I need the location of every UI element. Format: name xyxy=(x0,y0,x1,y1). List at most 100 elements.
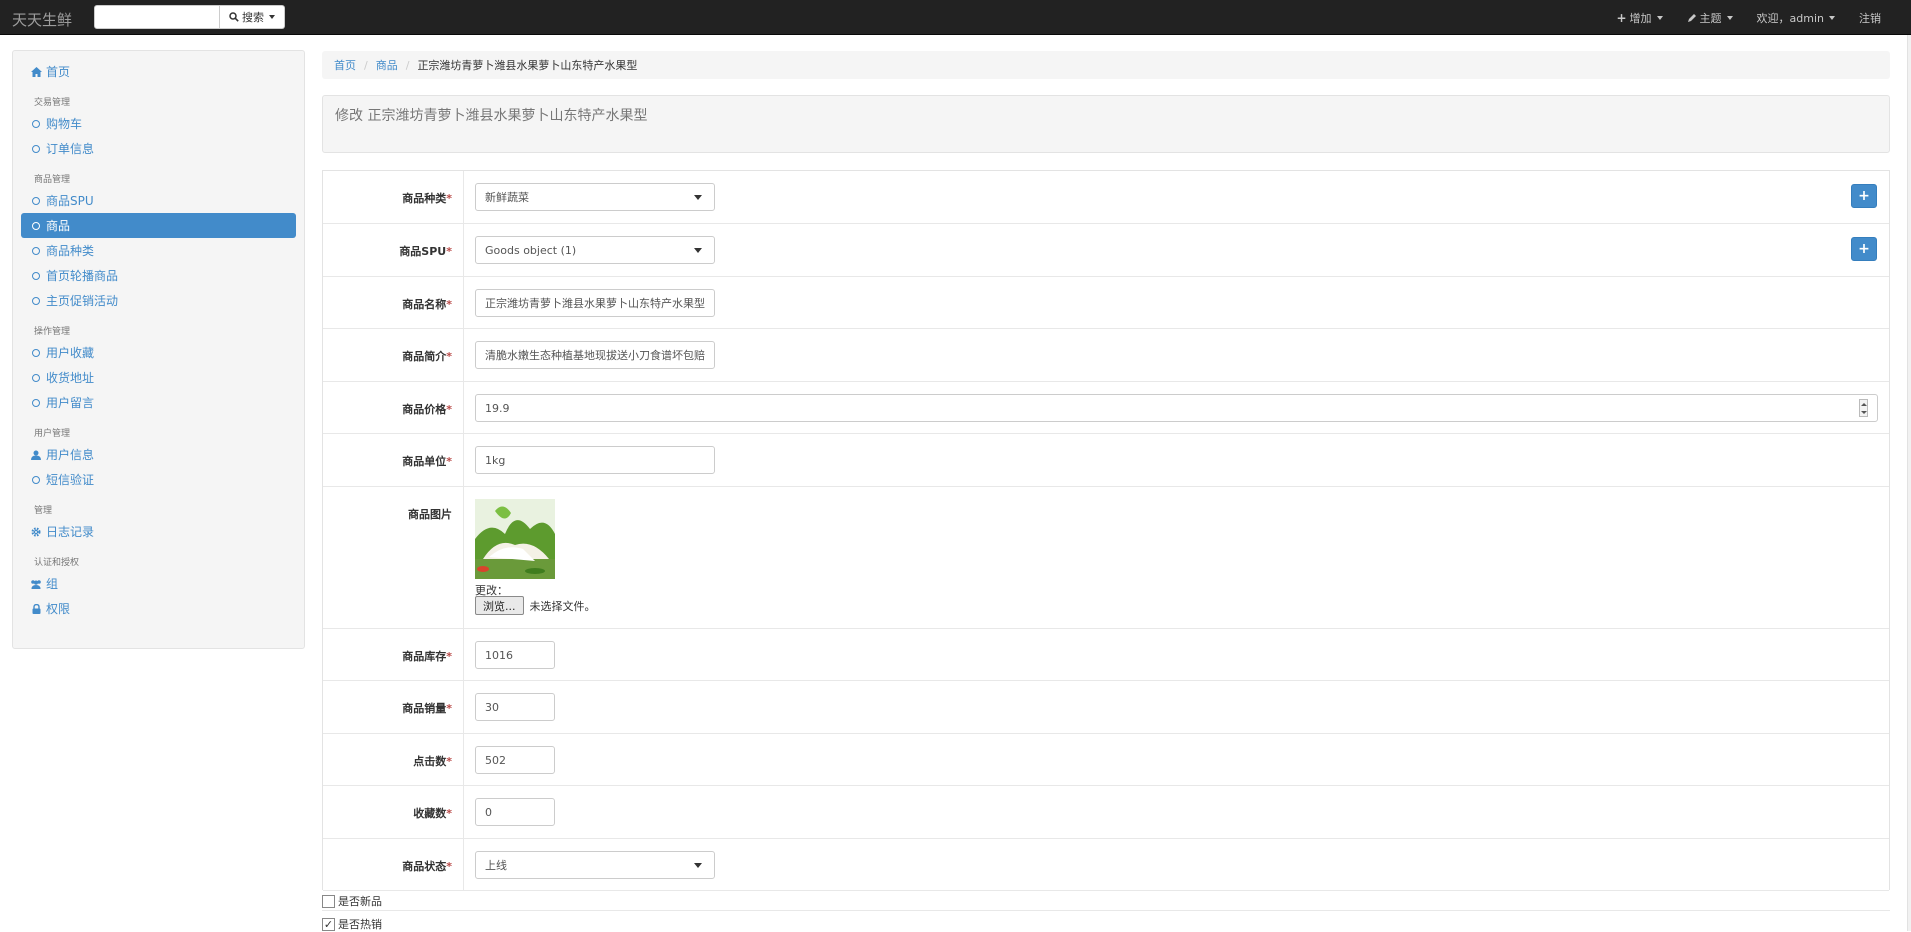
field-label: 商品库存* xyxy=(402,650,452,663)
sidebar-item-home[interactable]: 首页 xyxy=(21,59,296,84)
user-icon xyxy=(30,450,42,460)
name-input[interactable]: 正宗潍坊青萝卜潍县水果萝卜山东特产水果型 xyxy=(475,289,715,317)
is-new-label: 是否新品 xyxy=(338,895,382,908)
file-status: 未选择文件。 xyxy=(529,599,596,613)
label-cell: 商品种类* xyxy=(323,171,464,223)
field-label: 商品销量* xyxy=(402,702,452,715)
search-input[interactable] xyxy=(94,5,220,29)
form-row-image: 商品图片 更改： 浏览... 未选择文件。 xyxy=(323,487,1889,629)
sidebar-item-goods-spu[interactable]: 商品SPU xyxy=(21,188,296,213)
number-spinner[interactable] xyxy=(1859,399,1868,417)
sidebar-item-goods[interactable]: 商品 xyxy=(21,213,296,238)
status-select-value: 上线 xyxy=(485,859,507,872)
label-cell: 商品简介* xyxy=(323,329,464,381)
field-label: 收藏数* xyxy=(413,807,452,820)
clicks-input[interactable]: 502 xyxy=(475,746,555,774)
user-menu[interactable]: 欢迎，admin xyxy=(1757,10,1835,26)
sidebar-item-permissions[interactable]: 权限 xyxy=(21,596,296,621)
status-select[interactable]: 上线 xyxy=(475,851,715,879)
sidebar-item-sms[interactable]: 短信验证 xyxy=(21,467,296,492)
chevron-down-icon xyxy=(1829,15,1835,20)
sidebar: 首页 交易管理 购物车 订单信息 商品管理 商品SPU 商品 商品种类 首页轮播… xyxy=(12,50,305,649)
form-row-clicks: 点击数* 502 xyxy=(323,734,1889,786)
unit-input[interactable]: 1kg xyxy=(475,446,715,474)
brand-logo[interactable]: 天天生鲜 xyxy=(12,9,72,30)
add-menu[interactable]: + 增加 xyxy=(1616,10,1663,26)
welcome-label: 欢迎，admin xyxy=(1756,11,1824,25)
search-button[interactable]: 搜索 xyxy=(220,5,285,29)
sidebar-item-orders[interactable]: 订单信息 xyxy=(21,136,296,161)
desc-input[interactable]: 清脆水嫩生态种植基地现拔送小刀食谱坏包赔 xyxy=(475,341,715,369)
sidebar-item-label: 主页促销活动 xyxy=(46,294,119,308)
form-row-name: 商品名称* 正宗潍坊青萝卜潍县水果萝卜山东特产水果型 xyxy=(323,277,1889,329)
circle-icon xyxy=(30,348,42,357)
spu-select-value: Goods object (1) xyxy=(485,243,577,257)
form-row-price: 商品价格* 19.9 xyxy=(323,382,1889,434)
breadcrumb-home[interactable]: 首页 xyxy=(334,57,356,73)
field-label: 商品价格* xyxy=(402,403,452,416)
file-picker: 浏览... 未选择文件。 xyxy=(475,596,596,615)
sidebar-item-logs[interactable]: 日志记录 xyxy=(21,519,296,544)
circle-icon xyxy=(30,119,42,128)
sidebar-item-groups[interactable]: 组 xyxy=(21,571,296,596)
sidebar-item-user-info[interactable]: 用户信息 xyxy=(21,442,296,467)
sidebar-item-cart[interactable]: 购物车 xyxy=(21,111,296,136)
edit-form: 商品种类* 新鲜蔬菜 + 商品SPU* Goods object (1) + 商… xyxy=(322,170,1890,891)
sidebar-section-header: 商品管理 xyxy=(34,175,71,185)
is-hot-row: ✓ 是否热销 xyxy=(322,916,382,932)
circle-icon xyxy=(30,221,42,230)
chevron-down-icon xyxy=(269,15,275,19)
product-image xyxy=(475,499,555,579)
circle-icon xyxy=(30,398,42,407)
breadcrumb: 首页 / 商品 / 正宗潍坊青萝卜潍县水果萝卜山东特产水果型 xyxy=(322,51,1890,79)
label-cell: 商品价格* xyxy=(323,382,464,433)
sidebar-item-label: 商品种类 xyxy=(46,244,95,258)
pencil-icon xyxy=(1687,13,1696,22)
is-new-checkbox[interactable] xyxy=(322,894,335,908)
circle-icon xyxy=(30,144,42,153)
label-cell: 商品图片 xyxy=(323,487,464,628)
sidebar-item-label: 收货地址 xyxy=(46,371,95,385)
add-category-button[interactable]: + xyxy=(1851,184,1877,208)
field-label: 商品单位* xyxy=(402,455,452,468)
is-hot-checkbox[interactable]: ✓ xyxy=(322,917,335,931)
spu-select[interactable]: Goods object (1) xyxy=(475,236,715,264)
category-select-value: 新鲜蔬菜 xyxy=(485,191,529,204)
circle-icon xyxy=(30,475,42,484)
category-select[interactable]: 新鲜蔬菜 xyxy=(475,183,715,211)
browse-button[interactable]: 浏览... xyxy=(475,596,524,615)
sales-input[interactable]: 30 xyxy=(475,693,555,721)
chevron-down-icon xyxy=(694,195,702,200)
page-scrollbar[interactable] xyxy=(1907,35,1911,931)
top-navbar: 天天生鲜 搜索 + 增加 主题 欢迎，admin 注销 xyxy=(0,0,1911,35)
theme-menu[interactable]: 主题 xyxy=(1687,10,1733,26)
label-cell: 点击数* xyxy=(323,734,464,785)
form-row-status: 商品状态* 上线 xyxy=(323,839,1889,891)
breadcrumb-separator: / xyxy=(405,58,410,72)
label-cell: 商品名称* xyxy=(323,277,464,328)
label-cell: 商品库存* xyxy=(323,629,464,680)
sidebar-item-banner-goods[interactable]: 首页轮播商品 xyxy=(21,263,296,288)
sidebar-item-favorites[interactable]: 用户收藏 xyxy=(21,340,296,365)
circle-icon xyxy=(30,373,42,382)
sidebar-item-messages[interactable]: 用户留言 xyxy=(21,390,296,415)
favorites-input[interactable]: 0 xyxy=(475,798,555,826)
price-input[interactable]: 19.9 xyxy=(475,394,1878,422)
sidebar-section-header: 操作管理 xyxy=(34,327,71,337)
field-label: 商品SPU* xyxy=(399,245,452,258)
logout-link[interactable]: 注销 xyxy=(1859,10,1881,26)
form-row-category: 商品种类* 新鲜蔬菜 + xyxy=(323,171,1889,224)
add-spu-button[interactable]: + xyxy=(1851,237,1877,261)
stock-input[interactable]: 1016 xyxy=(475,641,555,669)
sidebar-item-goods-category[interactable]: 商品种类 xyxy=(21,238,296,263)
page-header: 修改 正宗潍坊青萝卜潍县水果萝卜山东特产水果型 xyxy=(322,95,1890,153)
field-label: 商品种类* xyxy=(402,192,452,205)
sidebar-item-promotion[interactable]: 主页促销活动 xyxy=(21,288,296,313)
field-label: 商品图片 xyxy=(408,508,452,521)
circle-icon xyxy=(30,196,42,205)
circle-icon xyxy=(30,271,42,280)
sidebar-item-address[interactable]: 收货地址 xyxy=(21,365,296,390)
breadcrumb-current: 正宗潍坊青萝卜潍县水果萝卜山东特产水果型 xyxy=(417,59,638,72)
breadcrumb-goods[interactable]: 商品 xyxy=(376,57,398,73)
lock-icon xyxy=(30,603,42,614)
